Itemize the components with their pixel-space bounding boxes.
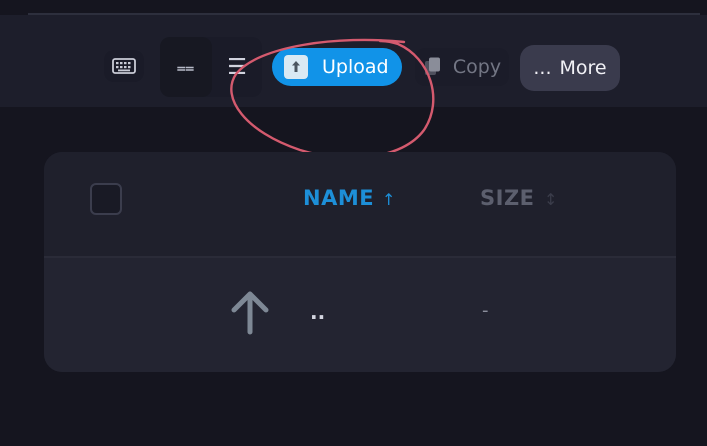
file-table: NAME ↑ SIZE ↕ .. - xyxy=(44,152,676,372)
copy-label: Copy xyxy=(452,56,502,78)
table-header: NAME ↑ SIZE ↕ xyxy=(44,152,676,256)
file-name[interactable]: .. xyxy=(310,300,325,324)
upload-button[interactable]: Upload xyxy=(272,48,402,86)
copy-button[interactable]: Copy xyxy=(415,48,509,86)
select-all-checkbox[interactable] xyxy=(90,183,122,215)
upload-label: Upload xyxy=(322,56,389,78)
more-ellipsis-icon: ... xyxy=(533,57,552,79)
sort-ascending-icon[interactable]: ↑ xyxy=(382,190,395,209)
grid-view-icon: ⩵ xyxy=(176,58,196,76)
top-strip xyxy=(0,0,707,14)
keyboard-icon xyxy=(112,58,136,74)
upload-icon xyxy=(284,55,308,79)
list-view-button[interactable]: ☰ xyxy=(214,42,260,92)
file-size: - xyxy=(482,300,489,321)
keyboard-shortcuts-button[interactable] xyxy=(104,50,144,82)
arrow-up-icon xyxy=(231,291,269,335)
more-label: More xyxy=(559,57,607,79)
column-header-size[interactable]: SIZE xyxy=(480,186,535,210)
more-button[interactable]: ... More xyxy=(520,45,620,91)
copy-icon xyxy=(424,57,440,75)
sort-unsorted-icon[interactable]: ↕ xyxy=(544,190,557,209)
list-view-icon: ☰ xyxy=(227,54,247,80)
table-row[interactable]: .. - xyxy=(44,258,676,372)
grid-view-button[interactable]: ⩵ xyxy=(160,37,212,97)
column-header-name[interactable]: NAME xyxy=(303,186,374,210)
